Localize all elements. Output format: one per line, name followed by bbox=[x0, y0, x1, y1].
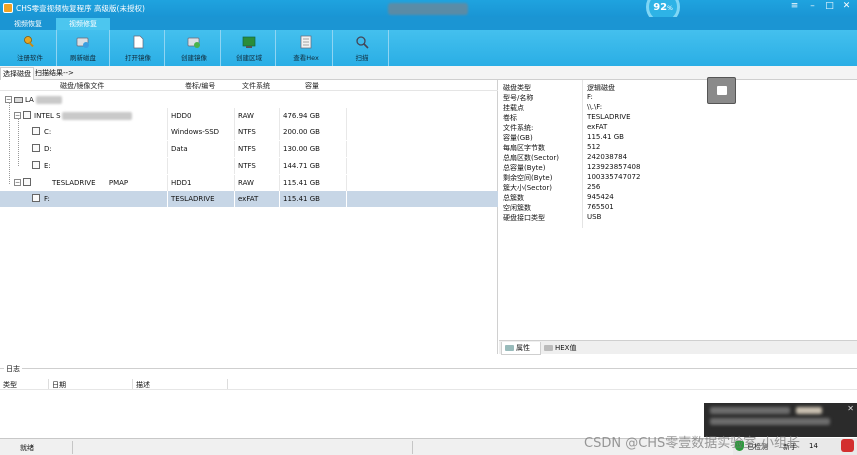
minimize-icon[interactable]: – bbox=[805, 0, 820, 12]
property-row: 簇大小(Sector) 256 bbox=[503, 183, 601, 192]
key-icon bbox=[24, 36, 34, 48]
scan-icon bbox=[356, 36, 369, 49]
property-row: 剩余空间(Byte) 100335747072 bbox=[503, 173, 641, 182]
computer-icon bbox=[14, 97, 23, 103]
property-row: 硬盘接口类型 USB bbox=[503, 213, 602, 222]
disk-icon bbox=[23, 111, 31, 119]
app-tray-icon[interactable] bbox=[841, 439, 854, 452]
property-row: 挂载点 \\.\F: bbox=[503, 103, 603, 112]
property-row: 型号/名称 F: bbox=[503, 93, 593, 102]
create-image-button[interactable]: 创建镜像 bbox=[168, 30, 221, 66]
hex-view-icon bbox=[300, 35, 312, 49]
tab-scan-results[interactable]: 扫描结果--> bbox=[33, 67, 76, 80]
watermark: CSDN @CHS零壹数据实验室-小组长 bbox=[584, 436, 800, 451]
property-row: 总容量(Byte) 123923857408 bbox=[503, 163, 641, 172]
create-region-button[interactable]: 创建区域 bbox=[223, 30, 276, 66]
property-row: 磁盘类型 逻辑磁盘 bbox=[503, 84, 615, 92]
tab-select-disk[interactable]: 选择磁盘 bbox=[0, 67, 34, 80]
refresh-disk-icon bbox=[76, 37, 89, 48]
collapse-icon[interactable]: − bbox=[14, 179, 21, 186]
table-row[interactable]: − INTEL S HDD0 RAW 476.94 GB bbox=[0, 108, 498, 124]
property-row: 总扇区数(Sector) 242038784 bbox=[503, 153, 628, 162]
property-row: 容量(GB) 115.41 GB bbox=[503, 133, 624, 142]
menu-icon[interactable]: ≡ bbox=[787, 0, 802, 12]
property-row: 卷标 TESLADRIVE bbox=[503, 113, 631, 122]
scan-button[interactable]: 扫描 bbox=[336, 30, 389, 66]
partition-icon bbox=[32, 161, 40, 169]
disk-tree-panel: 磁盘/镜像文件 卷标/编号 文件系统 容量 − LA − INTEL S HDD… bbox=[0, 80, 498, 354]
tab-properties[interactable]: 属性 bbox=[501, 342, 541, 355]
title-bar: CHS零壹视频恢复程序 高级版(未授权) 92% ≡ – □ ✕ bbox=[0, 0, 857, 24]
register-button[interactable]: 注册软件 bbox=[4, 30, 57, 66]
refresh-disk-button[interactable]: 刷新磁盘 bbox=[57, 30, 110, 66]
partition-icon bbox=[32, 127, 40, 135]
partition-icon bbox=[32, 144, 40, 152]
status-text: 就绪 bbox=[20, 444, 34, 452]
toolbar: 注册软件 刷新磁盘 打开镜像 创建镜像 创建区域 查看Hex 扫描 bbox=[0, 30, 857, 66]
tree-root[interactable]: − LA bbox=[0, 92, 498, 108]
tab-video-recovery[interactable]: 视频恢复 bbox=[2, 18, 54, 30]
close-icon[interactable]: ✕ bbox=[847, 404, 854, 413]
partition-icon bbox=[32, 194, 40, 202]
open-image-icon bbox=[133, 35, 144, 49]
view-hex-button[interactable]: 查看Hex bbox=[280, 30, 333, 66]
property-row: 文件系统: exFAT bbox=[503, 123, 608, 132]
table-row[interactable]: E: NTFS 144.71 GB bbox=[0, 158, 498, 174]
table-row-selected[interactable]: F: TESLADRIVE exFAT 115.41 GB bbox=[0, 191, 498, 207]
create-region-icon bbox=[242, 36, 256, 48]
table-row[interactable]: C: Windows-SSD NTFS 200.00 GB bbox=[0, 124, 498, 140]
table-row[interactable]: − TESLADRIVE PMAP HDD1 RAW 115.41 GB bbox=[0, 175, 498, 191]
property-row: 空闲簇数 765501 bbox=[503, 203, 614, 212]
properties-panel: 磁盘类型 逻辑磁盘 型号/名称 F: 挂载点 \\.\F: 卷标 TESLADRIVE … bbox=[499, 77, 857, 355]
properties-icon bbox=[505, 345, 514, 351]
app-logo-icon bbox=[3, 3, 13, 13]
property-row: 总簇数 945424 bbox=[503, 193, 614, 202]
tab-video-repair[interactable]: 视频修复 bbox=[56, 18, 110, 30]
open-image-button[interactable]: 打开镜像 bbox=[112, 30, 165, 66]
tab-hex[interactable]: HEX值 bbox=[541, 342, 581, 355]
property-tabs: 属性 HEX值 bbox=[499, 340, 857, 355]
table-row[interactable]: D: Data NTFS 130.00 GB bbox=[0, 141, 498, 157]
window-title: CHS零壹视频恢复程序 高级版(未授权) bbox=[16, 4, 145, 13]
main-tabs: 视频恢复 视频修复 bbox=[0, 17, 857, 30]
redacted-area bbox=[388, 3, 468, 15]
log-title: 日志 bbox=[4, 364, 22, 374]
create-image-icon bbox=[187, 37, 200, 48]
property-row: 每扇区字节数 512 bbox=[503, 143, 601, 152]
disk-icon bbox=[23, 178, 31, 186]
maximize-icon[interactable]: □ bbox=[822, 0, 837, 12]
close-icon[interactable]: ✕ bbox=[839, 0, 854, 12]
hex-icon bbox=[544, 345, 553, 351]
